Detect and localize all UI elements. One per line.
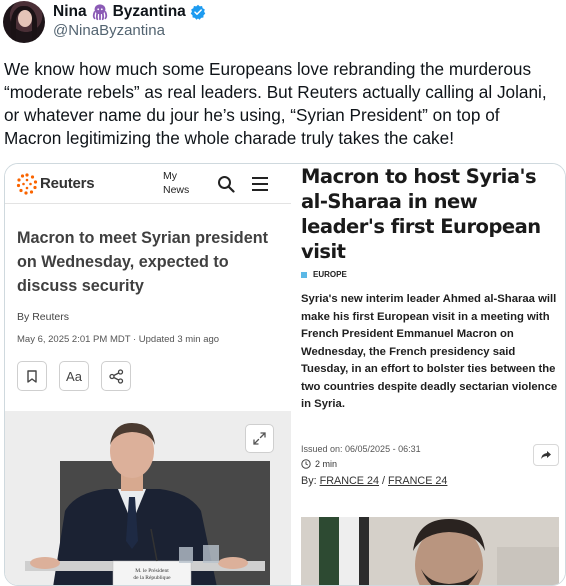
reuters-logo-icon[interactable] [15, 172, 39, 196]
reuters-nav-bar: Reuters My News [5, 164, 291, 204]
my-news-line-2: News [163, 184, 190, 196]
expand-button[interactable] [245, 424, 274, 453]
section-tag[interactable]: EUROPE [301, 270, 347, 279]
share-button[interactable] [101, 361, 131, 391]
tweet-text: We know how much some Europeans love reb… [4, 59, 547, 148]
al-sharaa-photo-illustration [301, 517, 559, 585]
byline-source[interactable]: Reuters [32, 311, 69, 323]
france24-byline: By: FRANCE 24 / FRANCE 24 [301, 475, 447, 487]
bookmark-icon [27, 369, 37, 383]
octopus-icon [92, 4, 107, 21]
read-time-label: 2 min [315, 459, 338, 469]
reuters-headline[interactable]: Macron to meet Syrian president on Wedne… [17, 226, 279, 298]
share-icon [108, 368, 123, 384]
my-news-line-1: My [163, 170, 177, 182]
byline-prefix: By [17, 311, 30, 323]
by-prefix: By: [301, 475, 317, 487]
search-icon[interactable] [217, 175, 235, 193]
avatar[interactable] [3, 1, 45, 43]
nameplate-line-2: de la République [133, 575, 171, 581]
display-name-last[interactable]: Byzantina [113, 3, 186, 21]
author-link-2[interactable]: FRANCE 24 [388, 475, 447, 487]
expand-icon [253, 432, 266, 445]
bookmark-button[interactable] [17, 361, 47, 391]
my-news-link[interactable]: My News [163, 169, 189, 197]
reuters-byline: By Reuters [17, 311, 69, 323]
nameplate-line-1: M. le Président [135, 568, 169, 574]
al-sharaa-photo[interactable] [301, 517, 559, 585]
author-link-1[interactable]: FRANCE 24 [320, 475, 379, 487]
reuters-logo-text[interactable]: Reuters [40, 175, 95, 192]
reuters-date: May 6, 2025 2:01 PM MDT · Updated 3 min … [17, 334, 220, 345]
font-size-button[interactable]: Aa [59, 361, 89, 391]
author-handle[interactable]: @NinaByzantina [53, 22, 165, 39]
tweet-media[interactable]: Reuters My News Macron to meet Syrian pr… [4, 163, 566, 586]
display-name-first[interactable]: Nina [53, 3, 87, 21]
france24-screenshot[interactable]: Macron to host Syria's al-Sharaa in new … [293, 164, 565, 585]
avatar-face [18, 10, 32, 27]
section-tag-label: EUROPE [313, 270, 347, 279]
author-separator: / [382, 475, 386, 487]
author-name-row[interactable]: Nina Byzantina [53, 2, 206, 22]
france24-headline[interactable]: Macron to host Syria's al-Sharaa in new … [301, 164, 563, 264]
verified-icon [190, 4, 206, 20]
clock-icon [301, 459, 311, 469]
section-tag-marker [301, 271, 307, 278]
france24-lede: Syria's new interim leader Ahmed al-Shar… [301, 293, 558, 410]
read-time: 2 min [301, 459, 337, 469]
menu-icon[interactable] [252, 177, 268, 191]
france24-share-button[interactable] [533, 444, 559, 466]
share-arrow-icon [541, 451, 551, 459]
reuters-screenshot[interactable]: Reuters My News Macron to meet Syrian pr… [5, 164, 291, 585]
issued-on: Issued on: 06/05/2025 - 06:31 [301, 444, 421, 454]
